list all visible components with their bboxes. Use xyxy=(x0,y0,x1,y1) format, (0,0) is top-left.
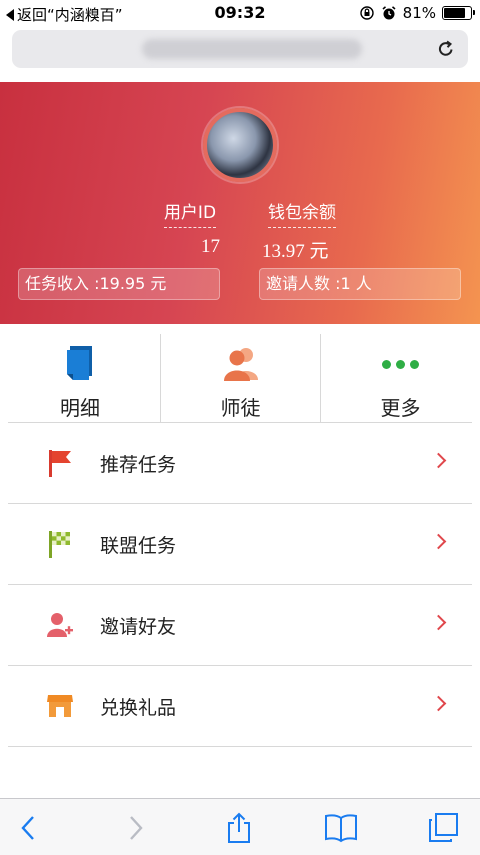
menu-item-invite-friends[interactable]: 邀请好友 xyxy=(8,585,472,666)
book-icon xyxy=(325,814,357,843)
mentor-icon xyxy=(223,348,258,381)
grid-label-detail: 明细 xyxy=(60,396,100,420)
profile-header: 用户ID 17 钱包余额 13.97 元 任务收入 :19.95 元 邀请人数 … xyxy=(0,82,480,324)
user-id-label: 用户ID xyxy=(163,198,217,228)
feature-grid: 明细 师徒 更多 xyxy=(0,334,480,422)
avatar[interactable] xyxy=(203,108,277,182)
menu-item-alliance-tasks[interactable]: 联盟任务 xyxy=(8,504,472,585)
grid-item-detail[interactable]: 明细 xyxy=(0,334,160,422)
alarm-icon xyxy=(382,6,396,20)
reload-icon[interactable] xyxy=(436,39,456,59)
user-id-value: 17 xyxy=(201,236,220,257)
tabs-icon xyxy=(429,813,458,842)
chevron-right-icon xyxy=(430,695,447,712)
grid-label-more: 更多 xyxy=(380,396,421,420)
user-id-block: 用户ID 17 xyxy=(160,198,220,258)
more-icon xyxy=(382,359,419,369)
detail-icon xyxy=(67,346,92,380)
browser-toolbar xyxy=(0,798,480,855)
status-bar: 返回“内涵糗百” 09:32 81% xyxy=(0,0,480,26)
task-income-badge: 任务收入 :19.95 元 xyxy=(18,268,220,300)
bookmarks-button[interactable] xyxy=(324,811,358,845)
chevron-left-icon xyxy=(21,816,34,840)
menu-label: 联盟任务 xyxy=(100,535,177,557)
grid-item-more[interactable]: 更多 xyxy=(320,334,480,422)
back-button[interactable] xyxy=(12,811,46,845)
wallet-value: 13.97 元 xyxy=(262,241,329,262)
battery-icon xyxy=(442,6,475,20)
wallet-block: 钱包余额 13.97 元 xyxy=(262,198,342,263)
tabs-button[interactable] xyxy=(426,811,460,845)
menu-label: 推荐任务 xyxy=(100,454,177,476)
orientation-lock-icon xyxy=(359,6,374,20)
menu-item-recommended-tasks[interactable]: 推荐任务 xyxy=(8,423,472,504)
menu-list: 推荐任务 联盟任务 邀请好友 兑换礼品 xyxy=(8,423,472,747)
chevron-right-icon xyxy=(430,452,447,469)
checkered-flag-icon xyxy=(49,531,70,558)
wallet-label: 钱包余额 xyxy=(268,198,336,228)
menu-label: 兑换礼品 xyxy=(100,697,177,719)
invited-count-badge: 邀请人数 :1 人 xyxy=(259,268,461,300)
chevron-right-icon xyxy=(130,816,143,840)
menu-item-redeem-gifts[interactable]: 兑换礼品 xyxy=(8,666,472,747)
chevron-right-icon xyxy=(430,533,447,550)
share-button[interactable] xyxy=(222,811,256,845)
add-user-icon xyxy=(47,613,73,637)
chevron-right-icon xyxy=(430,614,447,631)
red-flag-icon xyxy=(49,450,71,477)
grid-item-mentor[interactable]: 师徒 xyxy=(160,334,320,422)
address-bar[interactable] xyxy=(12,30,468,68)
grid-label-mentor: 师徒 xyxy=(220,396,261,420)
battery-fill xyxy=(444,8,466,18)
shop-icon xyxy=(47,695,73,717)
status-indicators: 81% xyxy=(359,4,475,22)
forward-button[interactable] xyxy=(118,811,152,845)
blurred-url xyxy=(142,39,362,59)
battery-percent: 81% xyxy=(402,4,436,22)
menu-label: 邀请好友 xyxy=(100,616,177,638)
share-icon xyxy=(228,812,250,843)
